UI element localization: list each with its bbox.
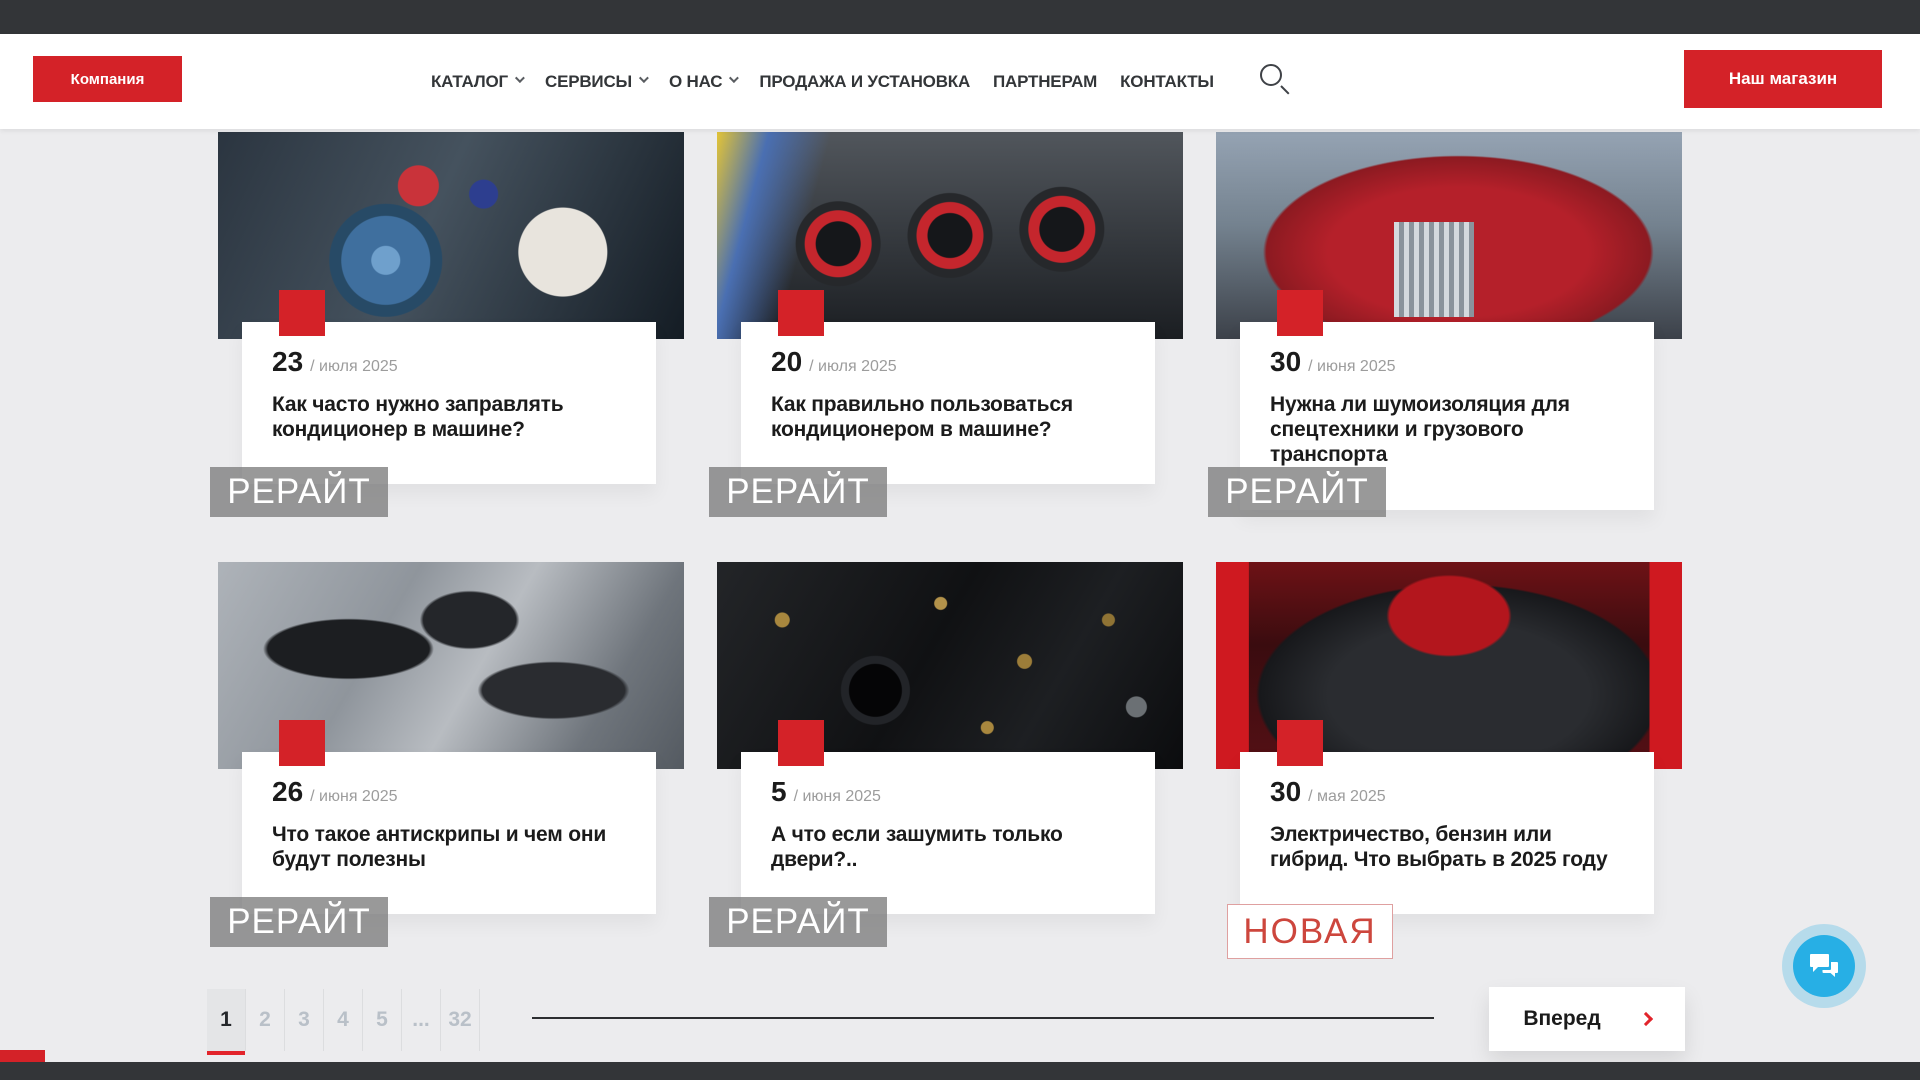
page: Компания КАТАЛОГ СЕРВИСЫ О НАС bbox=[0, 0, 1920, 1080]
nav-item[interactable]: ПАРТНЕРАМ bbox=[993, 72, 1097, 92]
article-date: 20 / июля 2025 bbox=[771, 346, 1129, 378]
article-title[interactable]: А что если зашумить только двери?.. bbox=[771, 822, 1129, 872]
article-day: 30 bbox=[1270, 346, 1301, 378]
nav-item[interactable]: СЕРВИСЫ bbox=[545, 72, 646, 92]
nav-item-label: СЕРВИСЫ bbox=[545, 72, 632, 92]
article-photo[interactable] bbox=[218, 562, 684, 769]
nav-item[interactable]: КОНТАКТЫ bbox=[1120, 72, 1214, 92]
article-month-year: / июня 2025 bbox=[794, 788, 881, 806]
category-badge bbox=[778, 290, 824, 336]
chevron-down-icon bbox=[729, 73, 739, 83]
articles-grid: 23 / июля 2025 Как часто нужно заправлят… bbox=[218, 132, 1682, 992]
article-summary: 26 / июня 2025 Что такое антискрипы и че… bbox=[242, 752, 656, 914]
main-nav: КАТАЛОГ СЕРВИСЫ О НАС ПРОДАЖА И УСТАНОВК… bbox=[431, 34, 1214, 129]
nav-item-label: О НАС bbox=[669, 72, 722, 92]
article-photo[interactable] bbox=[717, 132, 1183, 339]
nav-item-label: КОНТАКТЫ bbox=[1120, 72, 1214, 92]
chat-widget-button[interactable] bbox=[1782, 924, 1866, 1008]
nav-item[interactable]: ПРОДАЖА И УСТАНОВКА bbox=[759, 72, 970, 92]
corner-red-block bbox=[0, 1050, 45, 1062]
article-month-year: / июня 2025 bbox=[310, 788, 397, 806]
article-day: 30 bbox=[1270, 776, 1301, 808]
status-stamp: РЕРАЙТ bbox=[210, 897, 388, 947]
top-dark-bar bbox=[0, 0, 1920, 34]
article-photo[interactable] bbox=[717, 562, 1183, 769]
status-stamp: РЕРАЙТ bbox=[709, 467, 887, 517]
page-number[interactable]: 2 bbox=[246, 989, 285, 1051]
chevron-down-icon bbox=[515, 73, 525, 83]
article-title[interactable]: Что такое антискрипы и чем они будут пол… bbox=[272, 822, 630, 872]
article-date: 30 / июня 2025 bbox=[1270, 346, 1628, 378]
nav-item[interactable]: КАТАЛОГ bbox=[431, 72, 522, 92]
search-button[interactable] bbox=[1258, 62, 1294, 100]
article-photo[interactable] bbox=[1216, 562, 1682, 769]
bottom-dark-bar bbox=[0, 1062, 1920, 1080]
status-stamp: РЕРАЙТ bbox=[1208, 467, 1386, 517]
magnifier-handle bbox=[1280, 85, 1289, 94]
article-title[interactable]: Электричество, бензин или гибрид. Что вы… bbox=[1270, 822, 1628, 872]
article-summary: 20 / июля 2025 Как правильно пользоватьс… bbox=[741, 322, 1155, 484]
chevron-down-icon bbox=[639, 73, 649, 83]
article-summary: 30 / мая 2025 Электричество, бензин или … bbox=[1240, 752, 1654, 914]
article-day: 20 bbox=[771, 346, 802, 378]
company-button[interactable]: Компания bbox=[33, 56, 182, 102]
nav-item[interactable]: О НАС bbox=[669, 72, 736, 92]
article-card: 30 / мая 2025 Электричество, бензин или … bbox=[1216, 562, 1682, 992]
site-header: Компания КАТАЛОГ СЕРВИСЫ О НАС bbox=[0, 34, 1920, 129]
article-day: 23 bbox=[272, 346, 303, 378]
status-stamp: РЕРАЙТ bbox=[210, 467, 388, 517]
article-month-year: / июля 2025 bbox=[310, 358, 398, 376]
article-card: 20 / июля 2025 Как правильно пользоватьс… bbox=[717, 132, 1183, 562]
status-stamp: НОВАЯ bbox=[1227, 904, 1393, 959]
article-title[interactable]: Нужна ли шумоизоляция для спецтехники и … bbox=[1270, 392, 1628, 468]
status-stamp: РЕРАЙТ bbox=[709, 897, 887, 947]
page-number[interactable]: 3 bbox=[285, 989, 324, 1051]
nav-item-label: КАТАЛОГ bbox=[431, 72, 508, 92]
pagination: 1 2 3 4 5 ... 32 bbox=[207, 989, 480, 1051]
article-day: 5 bbox=[771, 776, 787, 808]
category-badge bbox=[279, 720, 325, 766]
article-summary: 5 / июня 2025 А что если зашумить только… bbox=[741, 752, 1155, 914]
page-number[interactable]: 32 bbox=[441, 989, 480, 1051]
page-number[interactable]: 4 bbox=[324, 989, 363, 1051]
page-number[interactable]: 5 bbox=[363, 989, 402, 1051]
article-title[interactable]: Как часто нужно заправлять кондиционер в… bbox=[272, 392, 630, 442]
next-page-button[interactable]: Вперед bbox=[1489, 987, 1685, 1051]
article-title[interactable]: Как правильно пользоваться кондиционером… bbox=[771, 392, 1129, 442]
nav-item-label: ПРОДАЖА И УСТАНОВКА bbox=[759, 72, 970, 92]
article-date: 23 / июля 2025 bbox=[272, 346, 630, 378]
page-number[interactable]: 1 bbox=[207, 989, 246, 1051]
chat-bubbles-icon bbox=[1808, 952, 1840, 980]
article-photo[interactable] bbox=[1216, 132, 1682, 339]
article-card: 5 / июня 2025 А что если зашумить только… bbox=[717, 562, 1183, 992]
article-date: 30 / мая 2025 bbox=[1270, 776, 1628, 808]
category-badge bbox=[1277, 720, 1323, 766]
category-badge bbox=[1277, 290, 1323, 336]
magnifier-icon bbox=[1260, 64, 1282, 86]
article-photo[interactable] bbox=[218, 132, 684, 339]
chat-widget-circle bbox=[1793, 935, 1855, 997]
category-badge bbox=[778, 720, 824, 766]
nav-item-label: ПАРТНЕРАМ bbox=[993, 72, 1097, 92]
article-date: 5 / июня 2025 bbox=[771, 776, 1129, 808]
article-card: 30 / июня 2025 Нужна ли шумоизоляция для… bbox=[1216, 132, 1682, 562]
page-number[interactable]: ... bbox=[402, 989, 441, 1051]
next-page-label: Вперед bbox=[1523, 1007, 1600, 1031]
chevron-right-icon bbox=[1639, 1012, 1653, 1026]
shop-button[interactable]: Наш магазин bbox=[1684, 50, 1882, 108]
article-month-year: / июня 2025 bbox=[1308, 358, 1395, 376]
article-day: 26 bbox=[272, 776, 303, 808]
category-badge bbox=[279, 290, 325, 336]
article-month-year: / мая 2025 bbox=[1308, 788, 1386, 806]
article-summary: 23 / июля 2025 Как часто нужно заправлят… bbox=[242, 322, 656, 484]
article-date: 26 / июня 2025 bbox=[272, 776, 630, 808]
article-card: 23 / июля 2025 Как часто нужно заправлят… bbox=[218, 132, 684, 562]
article-month-year: / июля 2025 bbox=[809, 358, 897, 376]
article-card: 26 / июня 2025 Что такое антискрипы и че… bbox=[218, 562, 684, 992]
pagination-divider-line bbox=[532, 1017, 1434, 1019]
